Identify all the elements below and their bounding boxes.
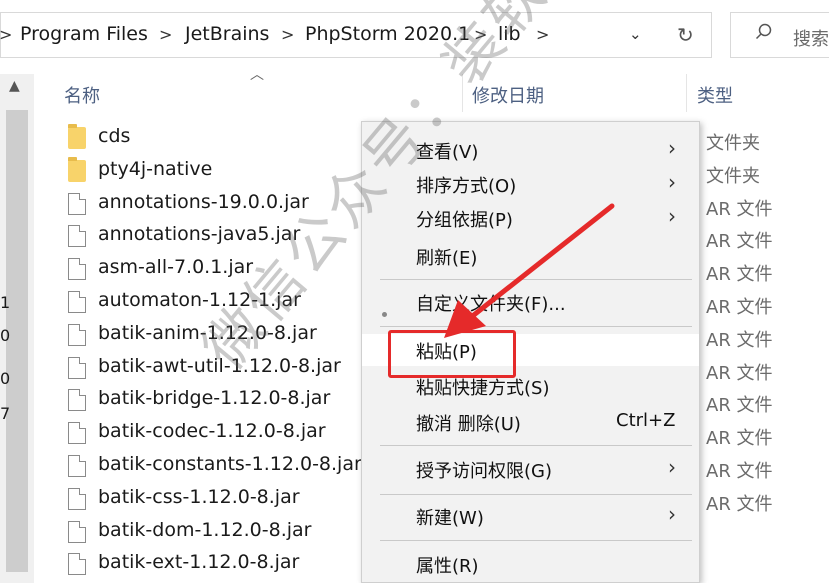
file-type: AR 文件	[706, 264, 773, 286]
menu-separator	[380, 326, 692, 327]
file-icon	[68, 258, 86, 281]
column-header-type[interactable]: 类型	[697, 82, 733, 108]
file-type: AR 文件	[706, 428, 773, 450]
submenu-arrow-icon: ›	[668, 502, 676, 526]
column-divider[interactable]	[686, 74, 687, 112]
file-row[interactable]: batik-css-1.12.0-8.jar	[68, 484, 408, 517]
menu-separator	[380, 445, 692, 446]
menu-item-refresh[interactable]: 刷新(E)	[362, 240, 699, 272]
file-name: batik-constants-1.12.0-8.jar	[98, 453, 362, 475]
menu-separator	[380, 540, 692, 541]
breadcrumb-separator-icon: >	[0, 25, 13, 44]
file-icon	[68, 225, 86, 248]
file-type: AR 文件	[706, 362, 773, 384]
file-icon	[68, 422, 86, 445]
file-name: batik-dom-1.12.0-8.jar	[98, 518, 312, 541]
folder-icon	[68, 156, 86, 182]
menu-item-label: 属性(R)	[416, 556, 479, 577]
menu-item-label: 刷新(E)	[416, 248, 478, 269]
file-row[interactable]: batik-codec-1.12.0-8.jar	[68, 418, 408, 451]
menu-separator	[380, 494, 692, 495]
menu-item-undo-delete[interactable]: 撤消 删除(U) Ctrl+Z	[362, 406, 699, 438]
search-icon	[755, 23, 773, 46]
file-row[interactable]: batik-dom-1.12.0-8.jar	[68, 517, 408, 550]
file-row[interactable]: batik-ext-1.12.0-8.jar	[68, 549, 408, 582]
navigation-pane-text: 0	[0, 326, 11, 345]
menu-item-label: 授予访问权限(G)	[416, 461, 552, 482]
file-type: 文件夹	[706, 133, 760, 154]
file-name: pty4j-native	[98, 157, 213, 180]
navigation-pane-text: 7	[0, 404, 11, 423]
menu-item-customize-folder[interactable]: 自定义文件夹(F)...	[362, 286, 699, 318]
folder-icon	[68, 124, 86, 149]
file-icon	[68, 356, 86, 379]
file-type: AR 文件	[706, 231, 773, 253]
file-icon	[68, 323, 86, 346]
navigation-pane-text: 0	[0, 369, 11, 388]
file-icon	[68, 487, 86, 510]
file-type: 文件夹	[706, 165, 760, 187]
file-name: batik-ext-1.12.0-8.jar	[98, 551, 300, 574]
menu-item-label: 粘贴快捷方式(S)	[416, 378, 550, 399]
submenu-arrow-icon: ›	[668, 204, 676, 228]
breadcrumb-separator-icon[interactable]: >	[159, 25, 172, 44]
file-name: annotations-19.0.0.jar	[98, 190, 309, 213]
file-type: AR 文件	[706, 461, 773, 482]
submenu-arrow-icon: ›	[668, 170, 676, 194]
search-box[interactable]: 搜索	[730, 12, 829, 58]
file-icon	[68, 192, 86, 215]
address-bar[interactable]: > Program Files > JetBrains > PhpStorm 2…	[0, 12, 712, 58]
file-row[interactable]: batik-constants-1.12.0-8.jar	[68, 451, 408, 484]
submenu-arrow-icon: ›	[668, 136, 676, 160]
file-icon	[68, 389, 86, 412]
file-name: cds	[98, 125, 131, 147]
file-type: AR 文件	[706, 297, 773, 318]
menu-item-label: 新建(W)	[416, 508, 484, 529]
breadcrumb-separator-icon[interactable]: >	[281, 25, 294, 44]
file-row[interactable]: batik-bridge-1.12.0-8.jar	[68, 385, 408, 418]
search-input[interactable]: 搜索	[793, 25, 829, 51]
menu-dot	[382, 312, 387, 317]
file-icon	[68, 520, 86, 543]
menu-item-shortcut: Ctrl+Z	[616, 410, 676, 431]
chevron-down-icon[interactable]: ⌄	[629, 25, 642, 43]
breadcrumb-program-files[interactable]: Program Files	[20, 23, 148, 45]
file-type: AR 文件	[706, 329, 773, 351]
file-name: batik-codec-1.12.0-8.jar	[98, 420, 326, 443]
menu-item-label: 自定义文件夹(F)...	[416, 294, 566, 315]
menu-item-label: 分组依据(P)	[416, 210, 513, 231]
menu-item-label: 排序方式(O)	[416, 176, 517, 197]
submenu-arrow-icon: ›	[668, 455, 676, 479]
column-header-name[interactable]: 名称	[64, 82, 100, 108]
file-type: AR 文件	[706, 395, 773, 417]
navigation-pane-text: 1	[0, 293, 11, 312]
file-name: batik-css-1.12.0-8.jar	[98, 485, 300, 508]
file-type: AR 文件	[706, 493, 773, 515]
menu-item-new[interactable]: 新建(W) ›	[362, 500, 699, 532]
refresh-icon[interactable]: ↻	[677, 23, 694, 47]
menu-item-group-by[interactable]: 分组依据(P) ›	[362, 202, 699, 234]
menu-item-paste-shortcut[interactable]: 粘贴快捷方式(S)	[362, 370, 699, 402]
file-type: AR 文件	[706, 198, 773, 220]
file-icon	[68, 291, 86, 313]
menu-item-label: 撤消 删除(U)	[416, 414, 521, 435]
menu-separator	[380, 279, 692, 280]
breadcrumb-jetbrains[interactable]: JetBrains	[185, 23, 269, 45]
file-icon	[68, 553, 86, 576]
menu-item-grant-access[interactable]: 授予访问权限(G) ›	[362, 453, 699, 485]
file-name: batik-bridge-1.12.0-8.jar	[98, 387, 331, 410]
context-menu: 查看(V) › 排序方式(O) › 分组依据(P) › 刷新(E) 自定义文件夹…	[361, 121, 700, 583]
scroll-up-icon[interactable]: ▲	[9, 78, 20, 94]
sort-ascending-icon: ︿	[250, 67, 264, 83]
file-icon	[68, 455, 86, 477]
menu-item-properties[interactable]: 属性(R)	[362, 548, 699, 580]
